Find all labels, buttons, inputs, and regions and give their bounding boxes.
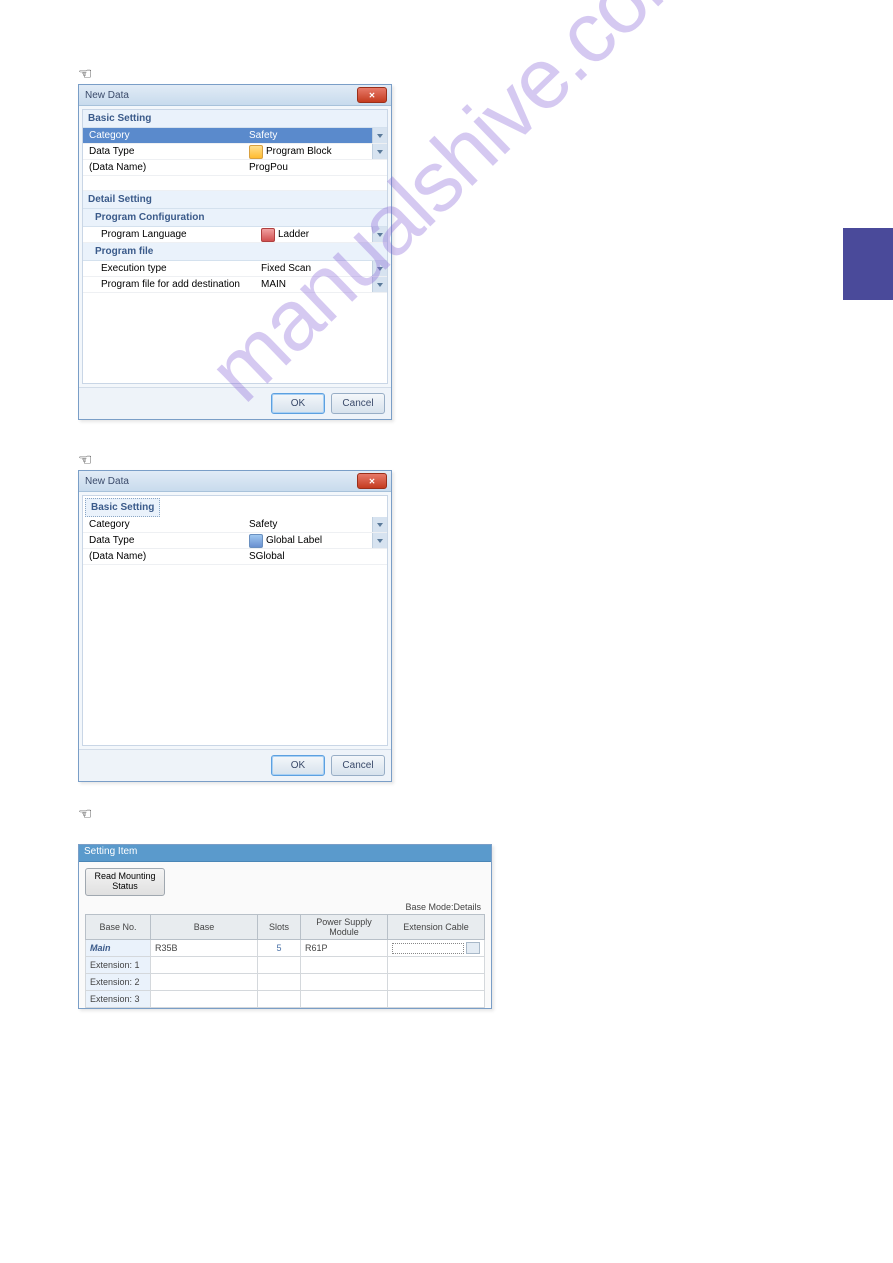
data-type-label: Data Type — [83, 146, 247, 157]
category-row[interactable]: Category Safety — [83, 128, 387, 144]
exec-type-label: Execution type — [83, 263, 259, 274]
data-type-row[interactable]: Data Type Global Label — [83, 533, 387, 549]
nav-path-2: ☞ — [78, 450, 853, 470]
chevron-down-icon[interactable] — [372, 533, 387, 548]
chevron-down-icon[interactable] — [372, 261, 387, 276]
data-name-value: SGlobal — [247, 551, 387, 562]
data-name-row[interactable]: (Data Name) ProgPou — [83, 160, 387, 176]
data-type-value: Global Label — [266, 535, 322, 546]
table-row[interactable]: Extension: 1 — [86, 957, 485, 974]
data-name-row[interactable]: (Data Name) SGlobal — [83, 549, 387, 565]
chevron-down-icon[interactable] — [372, 517, 387, 532]
cursor-icon: ☞ — [78, 804, 92, 824]
cancel-button[interactable]: Cancel — [331, 393, 385, 414]
table-row[interactable]: Main R35B 5 R61P — [86, 940, 485, 957]
ok-button[interactable]: OK — [271, 755, 325, 776]
chevron-down-icon[interactable] — [372, 144, 387, 159]
nav-path-1: ☞ — [78, 64, 853, 84]
dialog1-titlebar: New Data ✕ — [79, 85, 391, 106]
new-data-dialog-2: New Data ✕ Basic Setting Category Safety… — [78, 470, 392, 782]
setting-item-panel: Setting Item Read Mounting Status Base M… — [78, 844, 492, 1009]
col-psm: Power Supply Module — [301, 915, 388, 940]
chevron-down-icon[interactable] — [372, 128, 387, 143]
table-row[interactable]: Extension: 2 — [86, 974, 485, 991]
category-value: Safety — [247, 130, 372, 141]
program-config-header: Program Configuration — [83, 209, 387, 227]
category-label: Category — [83, 130, 247, 141]
add-dest-value: MAIN — [259, 279, 372, 290]
program-lang-label: Program Language — [83, 229, 259, 240]
category-row[interactable]: Category Safety — [83, 517, 387, 533]
global-label-icon — [249, 534, 263, 548]
data-name-label: (Data Name) — [83, 162, 247, 173]
cancel-button[interactable]: Cancel — [331, 755, 385, 776]
dialog2-title: New Data — [85, 476, 129, 487]
col-base: Base — [151, 915, 258, 940]
exec-type-row[interactable]: Execution type Fixed Scan — [83, 261, 387, 277]
base-setting-table: Base No. Base Slots Power Supply Module … — [85, 914, 485, 1008]
data-type-label: Data Type — [83, 535, 247, 546]
col-slots: Slots — [258, 915, 301, 940]
section-side-tab — [843, 228, 893, 300]
close-icon[interactable]: ✕ — [357, 473, 387, 489]
setting-item-header: Setting Item — [79, 845, 491, 862]
detail-setting-header: Detail Setting — [83, 191, 387, 209]
dialog1-title: New Data — [85, 90, 129, 101]
data-type-value: Program Block — [266, 146, 332, 157]
cursor-icon: ☞ — [78, 64, 92, 84]
add-dest-row[interactable]: Program file for add destination MAIN — [83, 277, 387, 293]
new-data-dialog-1: New Data ✕ Basic Setting Category Safety… — [78, 84, 392, 420]
basic-setting-header: Basic Setting — [85, 498, 160, 517]
col-cable: Extension Cable — [388, 915, 485, 940]
read-mounting-status-button[interactable]: Read Mounting Status — [85, 868, 165, 896]
data-name-label: (Data Name) — [83, 551, 247, 562]
exec-type-value: Fixed Scan — [259, 263, 372, 274]
program-block-icon — [249, 145, 263, 159]
chevron-down-icon[interactable] — [372, 227, 387, 242]
table-row[interactable]: Extension: 3 — [86, 991, 485, 1008]
nav-path-3: ☞ — [78, 804, 853, 824]
category-value: Safety — [247, 519, 372, 530]
data-name-value: ProgPou — [247, 162, 387, 173]
add-dest-label: Program file for add destination — [83, 279, 259, 290]
chevron-down-icon[interactable] — [372, 277, 387, 292]
dialog2-titlebar: New Data ✕ — [79, 471, 391, 492]
basic-setting-header: Basic Setting — [83, 110, 387, 128]
base-mode-label: Base Mode:Details — [85, 900, 485, 914]
close-icon[interactable]: ✕ — [357, 87, 387, 103]
extension-cable-field[interactable] — [392, 943, 464, 954]
category-label: Category — [83, 519, 247, 530]
program-lang-row[interactable]: Program Language Ladder — [83, 227, 387, 243]
col-base-no: Base No. — [86, 915, 151, 940]
program-lang-value: Ladder — [278, 229, 309, 240]
browse-icon[interactable] — [466, 942, 480, 954]
cursor-icon: ☞ — [78, 450, 92, 470]
program-file-header: Program file — [83, 243, 387, 261]
ok-button[interactable]: OK — [271, 393, 325, 414]
ladder-icon — [261, 228, 275, 242]
data-type-row[interactable]: Data Type Program Block — [83, 144, 387, 160]
